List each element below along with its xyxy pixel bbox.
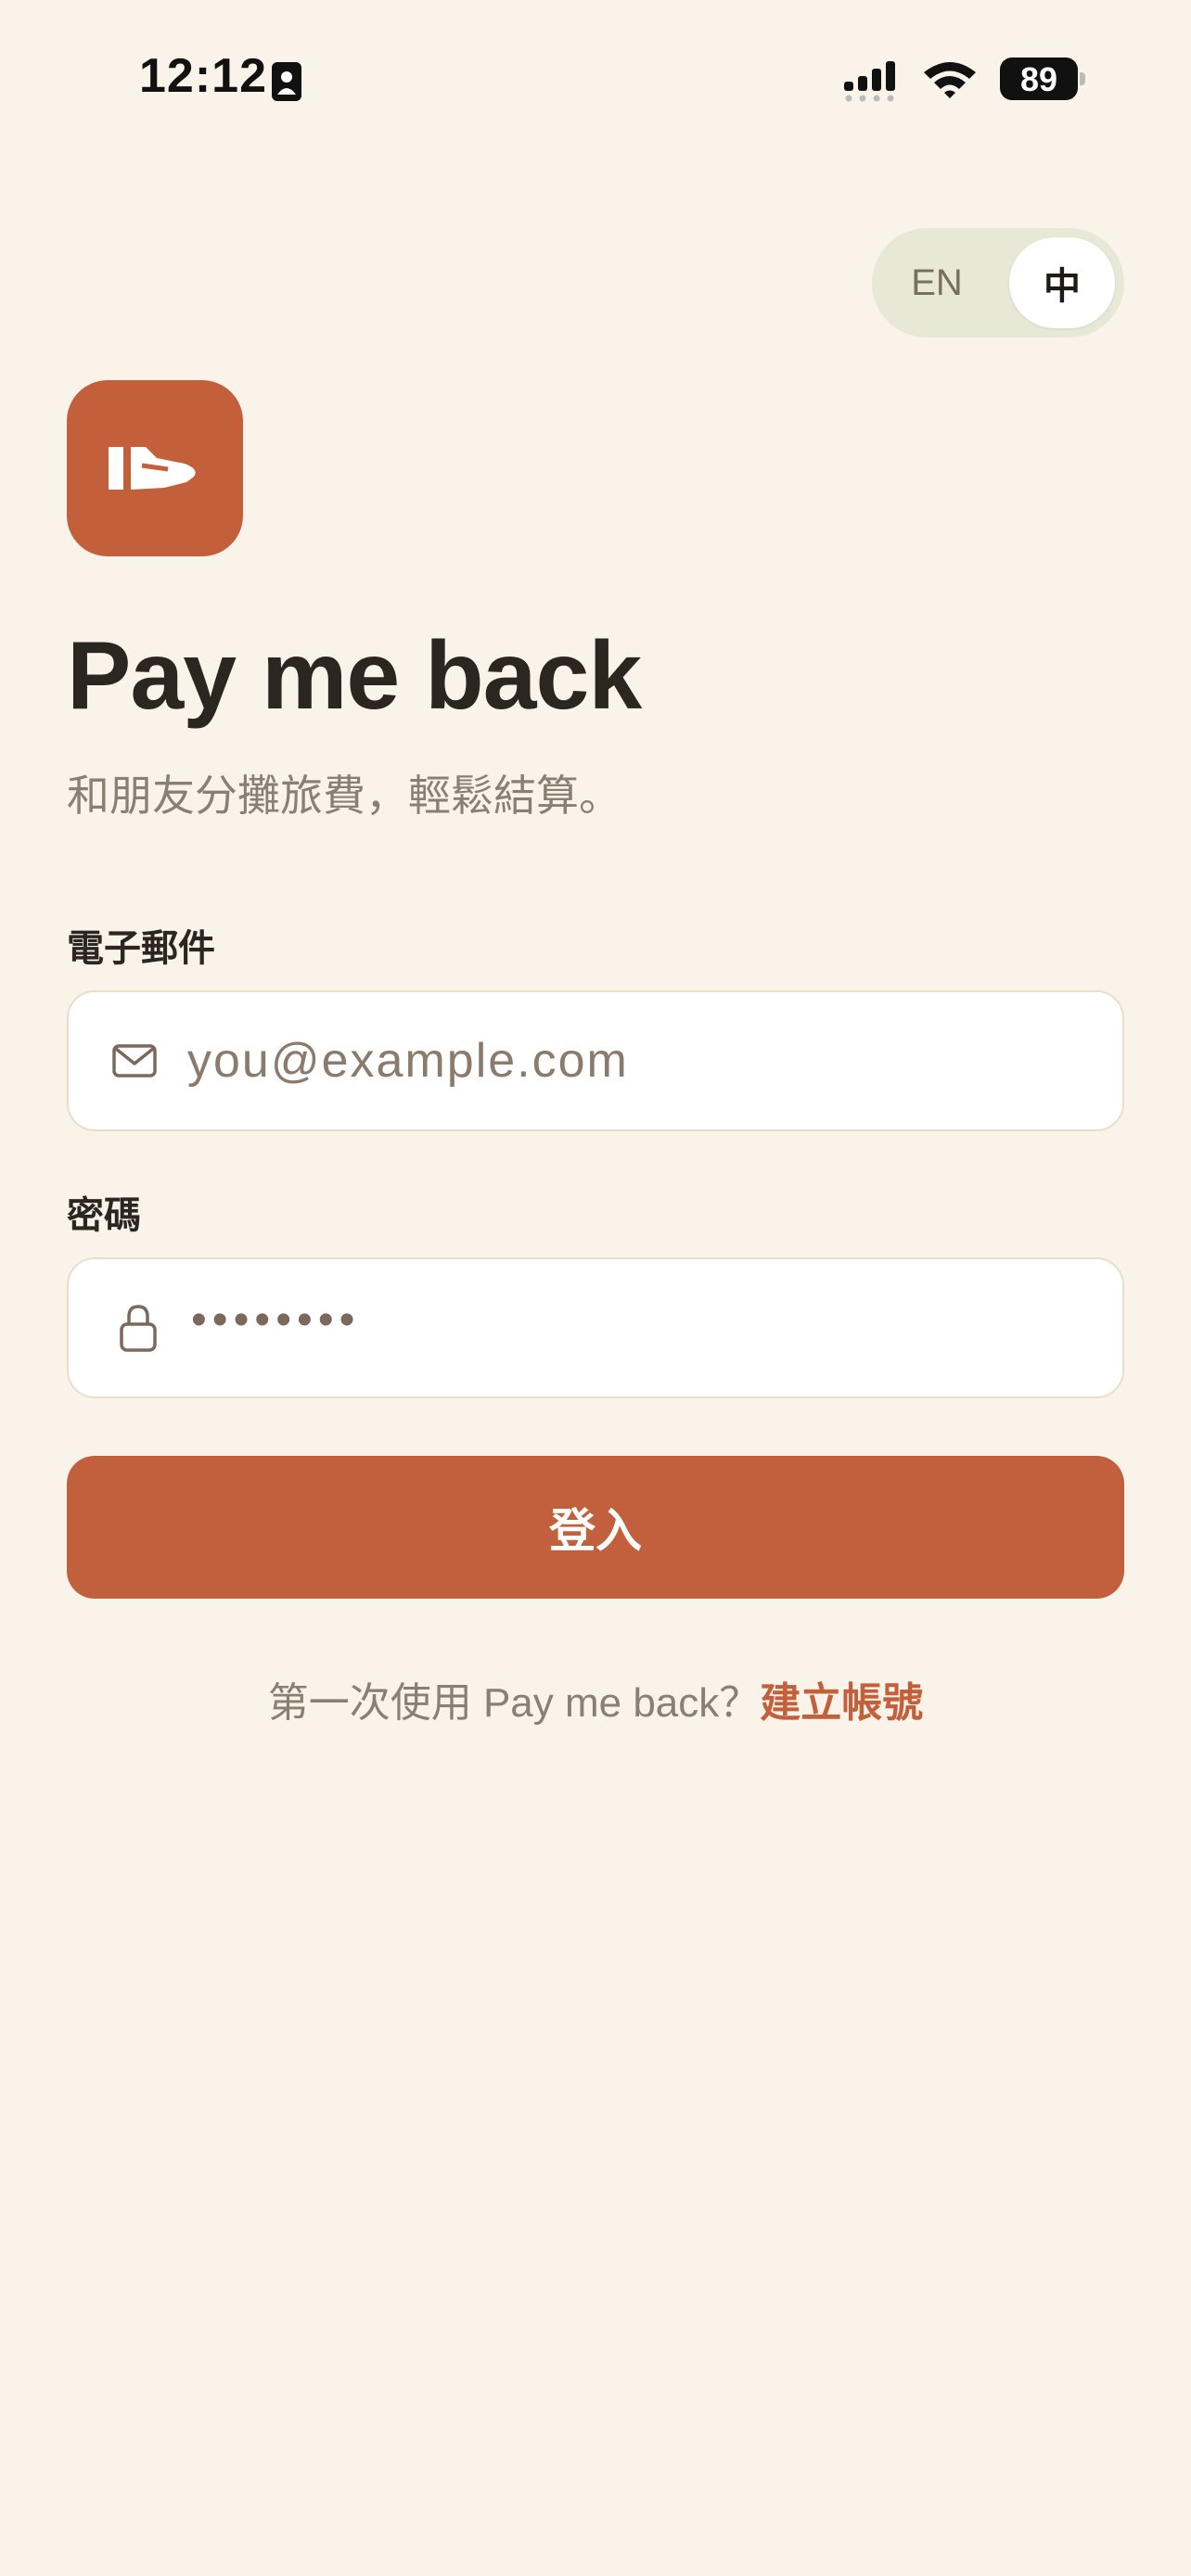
login-button[interactable]: 登入 bbox=[67, 1456, 1124, 1599]
mail-icon bbox=[112, 1044, 157, 1078]
wifi-icon bbox=[924, 62, 976, 98]
signup-prompt: 第一次使用 Pay me back？建立帳號 bbox=[0, 1669, 1191, 1728]
language-option-en[interactable]: EN bbox=[881, 237, 992, 328]
app-subtitle: 和朋友分攤旅費，輕鬆結算。 bbox=[67, 772, 621, 820]
language-toggle[interactable]: EN 中 bbox=[872, 228, 1124, 338]
battery-icon: 89 bbox=[1000, 57, 1087, 102]
email-label: 電子郵件 bbox=[67, 928, 215, 969]
battery-level: 89 bbox=[1019, 60, 1058, 98]
status-time: 12:12 bbox=[139, 49, 267, 103]
signup-prompt-text: 第一次使用 Pay me back？ bbox=[267, 1680, 761, 1726]
create-account-link[interactable]: 建立帳號 bbox=[760, 1680, 923, 1726]
app-title: Pay me back bbox=[67, 622, 642, 730]
contact-card-icon bbox=[272, 62, 301, 101]
status-bar: 12:12 89 bbox=[0, 0, 1191, 158]
email-field[interactable]: you@example.com bbox=[67, 990, 1124, 1131]
app-logo bbox=[67, 380, 243, 556]
hand-receive-icon bbox=[109, 447, 196, 490]
language-option-zh[interactable]: 中 bbox=[1009, 237, 1115, 328]
lock-icon bbox=[120, 1305, 157, 1352]
password-label: 密碼 bbox=[67, 1195, 141, 1236]
password-value: •••••••• bbox=[191, 1295, 361, 1345]
cellular-signal-icon bbox=[844, 61, 895, 102]
email-placeholder: you@example.com bbox=[187, 1034, 629, 1088]
password-field[interactable]: •••••••• bbox=[67, 1257, 1124, 1398]
